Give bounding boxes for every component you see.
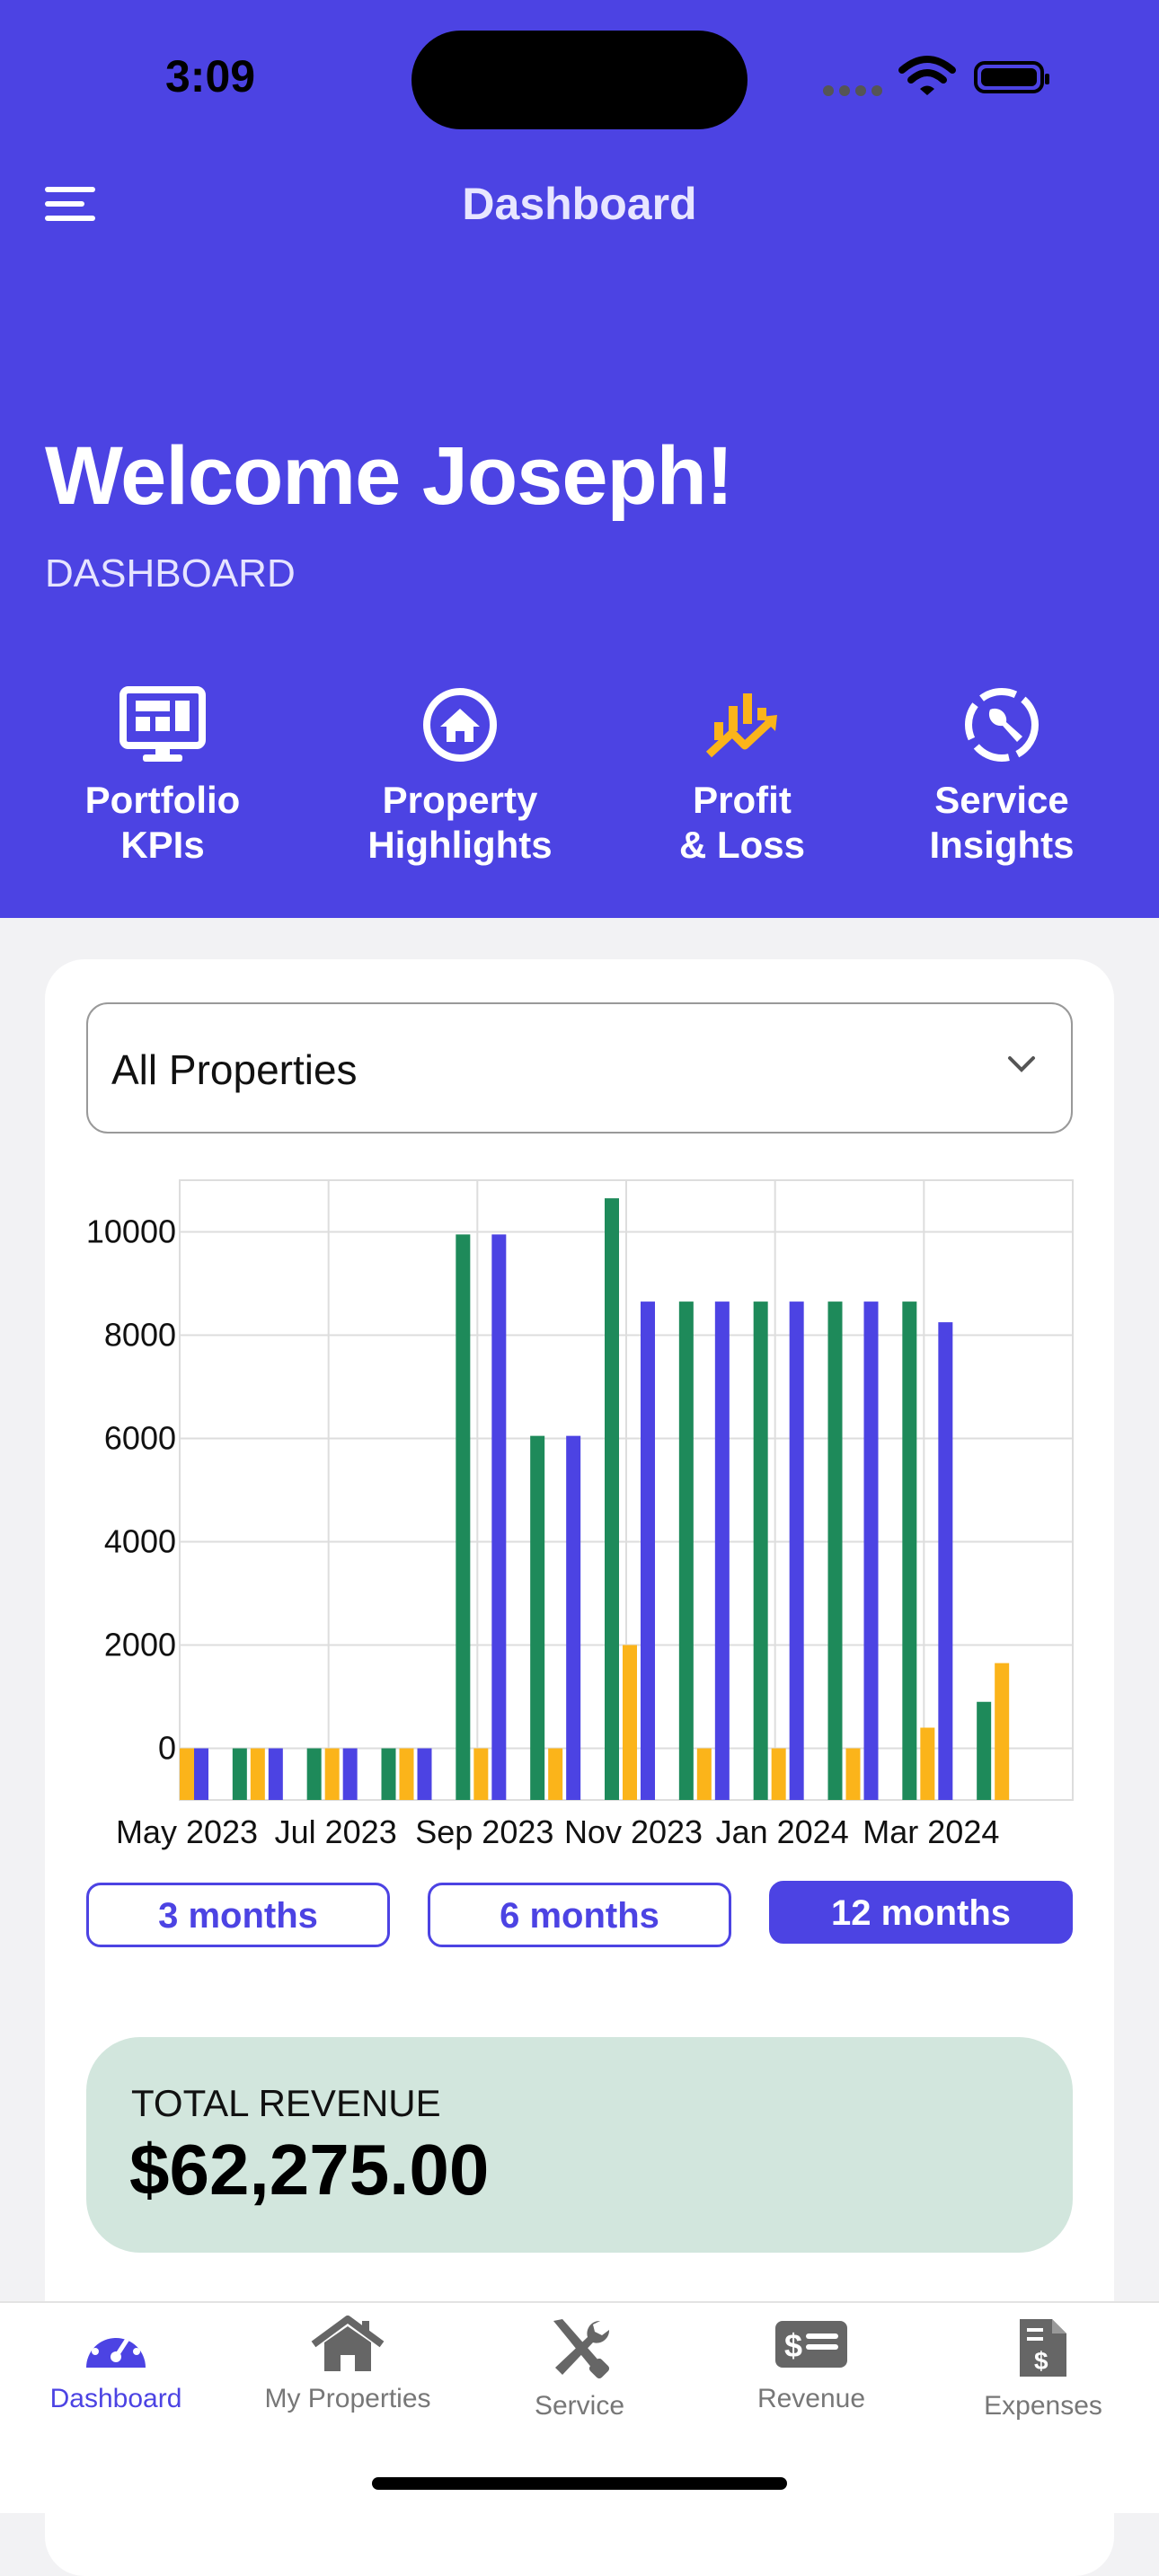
tab-expenses[interactable]: $ Expenses [927, 2316, 1159, 2422]
house-icon [311, 2316, 385, 2371]
chart-x-tick-label: Sep 2023 [415, 1813, 553, 1850]
chart-bar [863, 1301, 879, 1800]
chart-bar [827, 1301, 843, 1800]
tab-label: Dashboard [49, 2384, 182, 2413]
tab-label: Expenses [984, 2391, 1102, 2421]
chart-y-tick-label: 8000 [104, 1317, 176, 1354]
chart-bar [306, 1748, 322, 1800]
chart-bar [456, 1234, 471, 1800]
chart-bar [250, 1748, 265, 1800]
chart-bar [548, 1748, 563, 1800]
revenue-expense-bar-chart: 0 2000 4000 6000 8000 10000 May 2023 Jul 2023 Se… [86, 1179, 1074, 1850]
svg-text:$: $ [784, 2327, 802, 2364]
total-revenue-card: TOTAL REVENUE $62,275.00 [86, 2037, 1073, 2253]
chart-bar [920, 1727, 935, 1800]
chart-bar [938, 1322, 953, 1800]
chart-x-tick-label: Jul 2023 [275, 1813, 397, 1850]
range-3-months-button[interactable]: 3 months [86, 1883, 390, 1947]
receipt-icon: $ [1020, 2319, 1066, 2377]
chart-bar [623, 1645, 637, 1800]
total-revenue-value: $62,275.00 [129, 2130, 490, 2210]
chart-bar [566, 1435, 581, 1800]
chart-bar [771, 1748, 786, 1800]
chart-bar [180, 1748, 194, 1800]
total-revenue-label: TOTAL REVENUE [131, 2082, 441, 2124]
money-bill-icon: $ [775, 2321, 847, 2368]
chart-y-tick-label: 10000 [86, 1213, 176, 1250]
chart-bar [232, 1748, 247, 1800]
chart-bar [417, 1748, 432, 1800]
chart-bar [641, 1301, 655, 1800]
chart-x-tick-label: Mar 2024 [863, 1813, 999, 1850]
tab-service[interactable]: Service [464, 2316, 695, 2422]
tab-dashboard[interactable]: Dashboard [0, 2316, 232, 2414]
chart-bar [399, 1748, 414, 1800]
chart-y-tick-label: 0 [158, 1730, 176, 1767]
tab-label: My Properties [264, 2384, 431, 2413]
chart-bar [530, 1435, 545, 1800]
chart-y-tick-label: 4000 [104, 1523, 176, 1560]
chart-bar [605, 1198, 619, 1800]
chart-bar [194, 1748, 208, 1800]
chart-bar [845, 1748, 861, 1800]
tab-label: Service [534, 2391, 625, 2421]
chart-bar [678, 1301, 694, 1800]
chart-bar [342, 1748, 358, 1800]
gauge-icon [86, 2325, 146, 2368]
chart-bar [714, 1301, 730, 1800]
tab-revenue[interactable]: $ Revenue [695, 2316, 927, 2414]
chart-bar [268, 1748, 283, 1800]
svg-text:$: $ [1034, 2347, 1048, 2375]
home-indicator [372, 2477, 787, 2490]
range-12-months-button[interactable]: 12 months [769, 1881, 1073, 1944]
chart-x-tick-label: Nov 2023 [564, 1813, 703, 1850]
tab-label: Revenue [756, 2384, 866, 2413]
chart-bar [995, 1663, 1010, 1800]
chart-x-tick-label: Jan 2024 [716, 1813, 849, 1850]
chart-bar [753, 1301, 768, 1800]
chart-bar [789, 1301, 804, 1800]
chart-bar [977, 1701, 992, 1800]
chart-bar [696, 1748, 712, 1800]
chart-x-tick-label: May 2023 [116, 1813, 258, 1850]
chart-bar [491, 1234, 507, 1800]
chart-bar [902, 1301, 917, 1800]
tools-icon [553, 2319, 610, 2379]
chart-bar [473, 1748, 489, 1800]
chart-bar [324, 1748, 340, 1800]
chart-y-tick-label: 2000 [104, 1627, 176, 1663]
range-6-months-button[interactable]: 6 months [428, 1883, 731, 1947]
chart-y-tick-label: 6000 [104, 1420, 176, 1457]
tab-my-properties[interactable]: My Properties [232, 2316, 464, 2414]
chart-bar [381, 1748, 396, 1800]
